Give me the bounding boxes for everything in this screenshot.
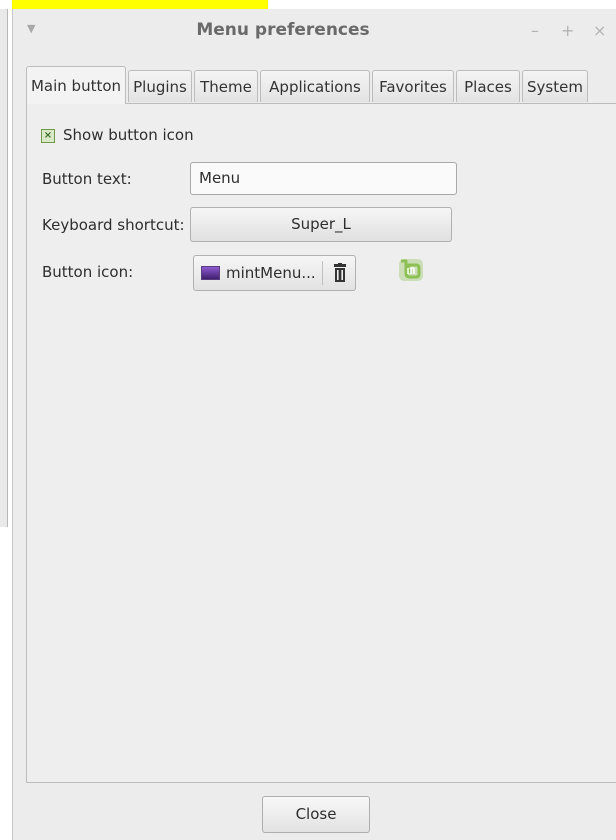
tab-theme[interactable]: Theme [194,70,258,102]
linux-mint-logo-icon [399,259,423,281]
tab-system[interactable]: System [522,70,588,102]
tab-favorites[interactable]: Favorites [372,70,454,102]
button-text-label: Button text: [42,170,132,188]
keyboard-shortcut-button[interactable]: Super_L [190,207,452,242]
chooser-divider [322,261,323,285]
titlebar[interactable]: ▼ Menu preferences – + × [13,9,616,57]
icon-file-name: mintMenu... [226,264,316,282]
highlight-strip [12,0,268,9]
window-close-button[interactable]: × [593,21,606,40]
keyboard-shortcut-label: Keyboard shortcut: [42,216,185,234]
show-icon-label[interactable]: Show button icon [63,126,194,144]
icon-file-chooser[interactable]: mintMenu... [193,255,356,291]
show-icon-checkbox[interactable]: × [41,129,55,143]
close-button[interactable]: Close [262,796,370,833]
trash-icon[interactable] [332,263,348,283]
background-panel [0,9,8,527]
button-icon-label: Button icon: [42,263,134,281]
window-title: Menu preferences [196,20,370,40]
tab-content-panel [26,103,616,783]
tab-bar: Main button Plugins Theme Applications F… [26,66,616,104]
tab-places[interactable]: Places [456,70,520,102]
image-file-icon [201,266,220,280]
preferences-window: ▼ Menu preferences – + × Main button Plu… [12,9,616,840]
tab-applications[interactable]: Applications [260,70,370,102]
maximize-button[interactable]: + [561,21,574,40]
minimize-button[interactable]: – [531,21,539,40]
button-text-input[interactable]: Menu [190,162,457,195]
tab-main-button[interactable]: Main button [26,66,126,104]
tab-plugins[interactable]: Plugins [128,70,192,102]
